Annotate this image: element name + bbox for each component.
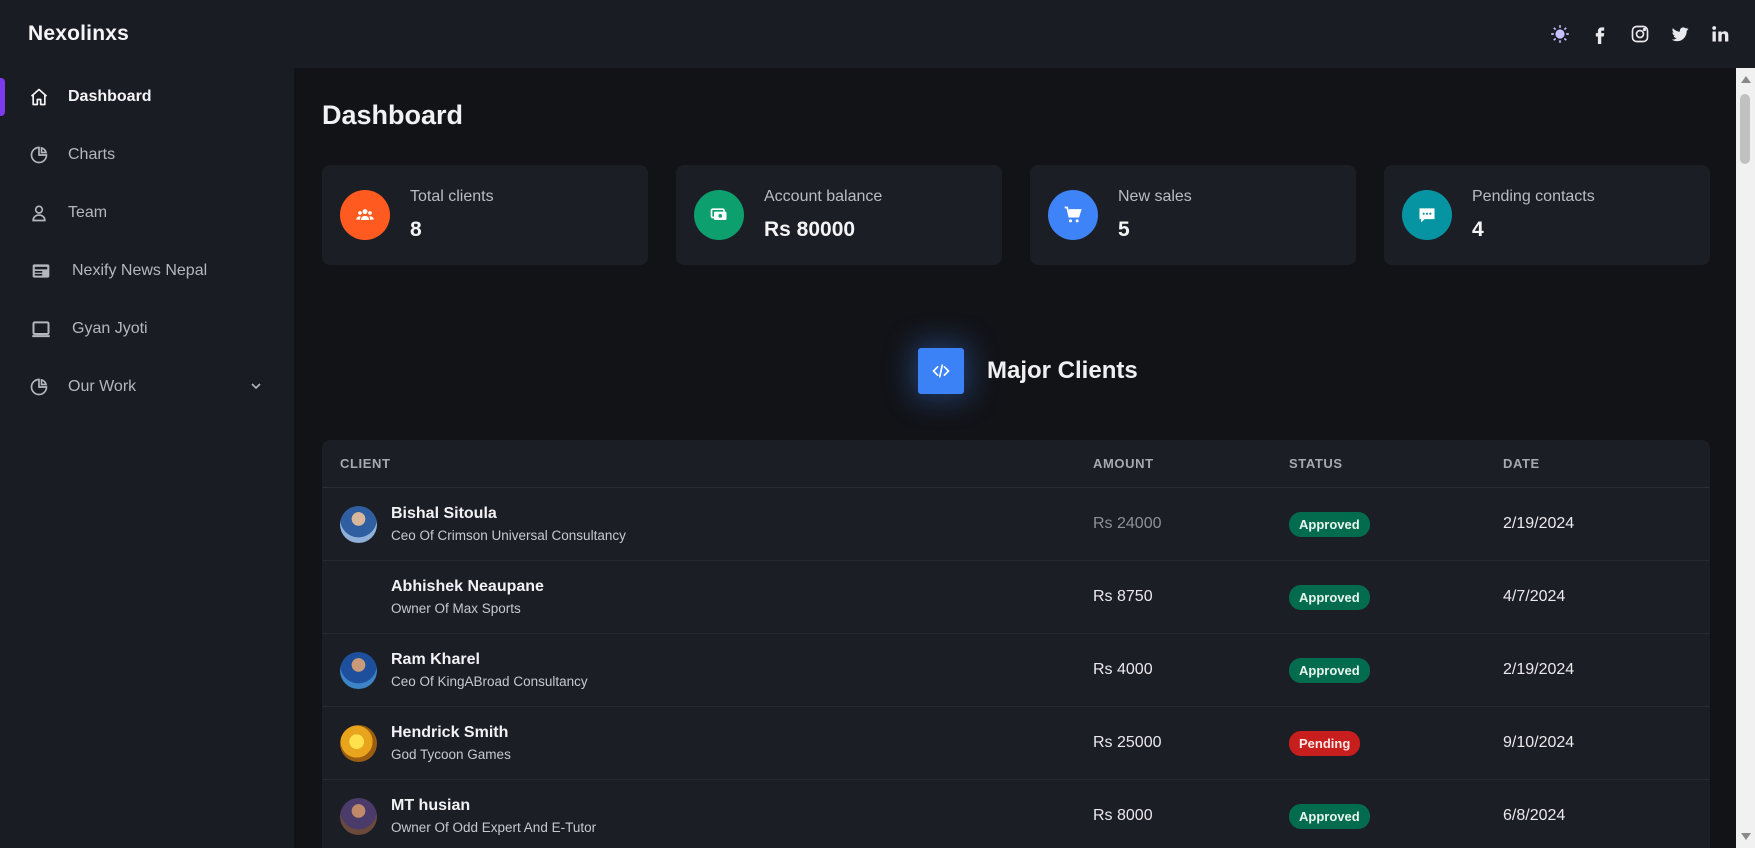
client-amount: Rs 24000 [1093, 515, 1162, 532]
sidebar: Dashboard Charts Team Nexify News Nepal … [0, 68, 294, 848]
client-date: 6/8/2024 [1503, 807, 1566, 824]
stat-card-pending-contacts: Pending contacts 4 [1384, 165, 1710, 265]
section-header: Major Clients [918, 348, 1138, 394]
clients-table: CLIENT AMOUNT STATUS DATE Bishal Sitoula… [322, 440, 1710, 848]
client-amount: Rs 25000 [1093, 734, 1162, 751]
cart-icon [1048, 190, 1098, 240]
avatar [340, 797, 377, 835]
chevron-down-icon[interactable] [248, 378, 264, 394]
stat-card-new-sales: New sales 5 [1030, 165, 1356, 265]
status-badge: Approved [1289, 803, 1370, 829]
avatar [340, 505, 377, 543]
client-name: Hendrick Smith [391, 724, 509, 741]
table-row[interactable]: Hendrick Smith God Tycoon Games Rs 25000… [322, 707, 1710, 780]
sidebar-item-label: Dashboard [68, 88, 152, 105]
stat-card-account-balance: Account balance Rs 80000 [676, 165, 1002, 265]
client-role: Owner Of Odd Expert And E-Tutor [391, 820, 597, 835]
client-name: MT husian [391, 797, 471, 814]
status-badge: Approved [1289, 584, 1370, 610]
stat-value: Rs 80000 [764, 218, 856, 241]
stat-label: Account balance [764, 188, 883, 205]
client-date: 9/10/2024 [1503, 734, 1575, 751]
table-row[interactable]: Bishal Sitoula Ceo Of Crimson Universal … [322, 488, 1710, 561]
stat-cards: Total clients 8 Account balance Rs 80000… [322, 165, 1710, 265]
client-date: 2/19/2024 [1503, 515, 1575, 532]
column-header-status: STATUS [1289, 456, 1343, 471]
stat-value: 4 [1472, 218, 1484, 241]
header-icons [1549, 23, 1731, 45]
sidebar-item-gyan-jyoti[interactable]: Gyan Jyoti [0, 300, 294, 358]
stat-label: New sales [1118, 188, 1192, 205]
client-amount: Rs 8000 [1093, 807, 1153, 824]
scroll-up-arrow-icon[interactable] [1741, 76, 1751, 83]
sidebar-item-label: Nexify News Nepal [72, 262, 208, 279]
status-badge: Approved [1289, 511, 1370, 537]
main-content: Dashboard Total clients 8 Account balanc… [294, 68, 1736, 848]
page-scrollbar[interactable] [1736, 68, 1755, 848]
sidebar-item-charts[interactable]: Charts [0, 126, 294, 184]
table-row[interactable]: MT husian Owner Of Odd Expert And E-Tuto… [322, 780, 1710, 848]
table-header: CLIENT AMOUNT STATUS DATE [322, 440, 1710, 488]
twitter-icon[interactable] [1669, 23, 1691, 45]
sidebar-item-nexify-news-nepal[interactable]: Nexify News Nepal [0, 242, 294, 300]
home-icon [28, 86, 50, 108]
client-amount: Rs 4000 [1093, 661, 1153, 678]
scroll-down-arrow-icon[interactable] [1741, 833, 1751, 840]
top-bar: Nexolinxs [0, 0, 1755, 68]
column-header-amount: AMOUNT [1093, 456, 1154, 471]
stat-label: Pending contacts [1472, 188, 1595, 205]
pie-chart-icon [28, 376, 50, 398]
client-name: Abhishek Neaupane [391, 578, 544, 595]
sidebar-item-label: Charts [68, 146, 116, 163]
users-icon [340, 190, 390, 240]
sun-icon[interactable] [1549, 23, 1571, 45]
avatar [340, 651, 377, 689]
client-name: Bishal Sitoula [391, 505, 497, 522]
instagram-icon[interactable] [1629, 23, 1651, 45]
client-role: Ceo Of Crimson Universal Consultancy [391, 528, 626, 543]
sidebar-item-dashboard[interactable]: Dashboard [0, 68, 294, 126]
sidebar-item-label: Gyan Jyoti [72, 320, 148, 337]
sidebar-item-label: Team [68, 204, 108, 221]
stat-label: Total clients [410, 188, 494, 205]
newspaper-icon [28, 260, 54, 282]
stat-card-total-clients: Total clients 8 [322, 165, 648, 265]
page-title: Dashboard [322, 100, 464, 130]
section-title: Major Clients [987, 357, 1138, 384]
brand-logo[interactable]: Nexolinxs [28, 22, 129, 46]
client-date: 2/19/2024 [1503, 661, 1575, 678]
client-date: 4/7/2024 [1503, 588, 1566, 605]
table-row[interactable]: Abhishek Neaupane Owner Of Max Sports Rs… [322, 561, 1710, 634]
scrollbar-thumb[interactable] [1740, 94, 1750, 164]
cash-icon [694, 190, 744, 240]
code-icon [918, 348, 964, 394]
status-badge: Approved [1289, 657, 1370, 683]
user-icon [28, 202, 50, 224]
laptop-icon [28, 318, 54, 340]
client-role: Ceo Of KingABroad Consultancy [391, 674, 588, 689]
sidebar-item-label: Our Work [68, 378, 137, 395]
avatar [340, 579, 377, 616]
chat-icon [1402, 190, 1452, 240]
table-row[interactable]: Ram Kharel Ceo Of KingABroad Consultancy… [322, 634, 1710, 707]
client-amount: Rs 8750 [1093, 588, 1153, 605]
facebook-icon[interactable] [1589, 23, 1611, 45]
client-name: Ram Kharel [391, 651, 480, 668]
stat-value: 8 [410, 218, 422, 241]
column-header-client: CLIENT [340, 456, 391, 471]
client-role: God Tycoon Games [391, 747, 511, 762]
sidebar-item-team[interactable]: Team [0, 184, 294, 242]
status-badge: Pending [1289, 730, 1361, 756]
avatar [340, 724, 377, 762]
linkedin-icon[interactable] [1709, 23, 1731, 45]
client-role: Owner Of Max Sports [391, 601, 521, 616]
stat-value: 5 [1118, 218, 1130, 241]
column-header-date: DATE [1503, 456, 1540, 471]
pie-chart-icon [28, 144, 50, 166]
sidebar-item-our-work[interactable]: Our Work [0, 358, 294, 416]
